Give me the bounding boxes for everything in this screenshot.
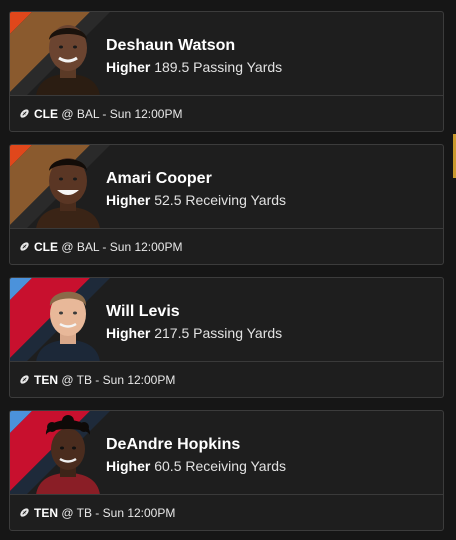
game-info: CLE @ BAL - Sun 12:00PM [10, 95, 443, 131]
matchup-text: @ TB - Sun 12:00PM [61, 372, 176, 387]
team-abbr: TEN [34, 505, 58, 520]
football-icon [20, 242, 29, 251]
prop-direction: Higher [106, 458, 151, 474]
prop-line: Higher 217.5 Passing Yards [106, 324, 282, 342]
pick-card[interactable]: DeAndre Hopkins Higher 60.5 Receiving Ya… [9, 410, 444, 531]
card-header: Deshaun Watson Higher 189.5 Passing Yard… [10, 12, 443, 96]
pick-info: Amari Cooper Higher 52.5 Receiving Yards [106, 169, 286, 209]
card-header: Amari Cooper Higher 52.5 Receiving Yards [10, 145, 443, 229]
pick-info: DeAndre Hopkins Higher 60.5 Receiving Ya… [106, 435, 286, 475]
prop-direction: Higher [106, 59, 151, 75]
game-info: TEN @ TB - Sun 12:00PM [10, 494, 443, 530]
pick-info: Will Levis Higher 217.5 Passing Yards [106, 302, 282, 342]
game-info: CLE @ BAL - Sun 12:00PM [10, 228, 443, 264]
prop-value: 217.5 [154, 325, 190, 341]
pick-list: Deshaun Watson Higher 189.5 Passing Yard… [0, 0, 456, 540]
prop-value: 52.5 [154, 192, 182, 208]
prop-stat: Passing Yards [193, 325, 283, 341]
prop-stat: Receiving Yards [185, 192, 287, 208]
game-info: TEN @ TB - Sun 12:00PM [10, 361, 443, 397]
prop-direction: Higher [106, 192, 151, 208]
card-header: DeAndre Hopkins Higher 60.5 Receiving Ya… [10, 411, 443, 495]
matchup-text: @ BAL - Sun 12:00PM [61, 106, 183, 121]
prop-value: 189.5 [154, 59, 190, 75]
pick-card[interactable]: Deshaun Watson Higher 189.5 Passing Yard… [9, 11, 444, 132]
football-icon [20, 109, 29, 118]
prop-stat: Receiving Yards [185, 458, 287, 474]
prop-line: Higher 189.5 Passing Yards [106, 58, 282, 76]
team-abbr: CLE [34, 106, 58, 121]
player-name: Deshaun Watson [106, 37, 236, 54]
pick-info: Deshaun Watson Higher 189.5 Passing Yard… [106, 36, 282, 76]
player-headshot [36, 415, 100, 495]
matchup-text: @ BAL - Sun 12:00PM [61, 239, 183, 254]
player-name: Amari Cooper [106, 170, 212, 187]
prop-stat: Passing Yards [193, 59, 283, 75]
player-name: DeAndre Hopkins [106, 436, 241, 453]
football-icon [20, 508, 29, 517]
football-icon [20, 375, 29, 384]
team-abbr: CLE [34, 239, 58, 254]
player-headshot [36, 291, 100, 362]
player-headshot [36, 158, 100, 229]
prop-line: Higher 60.5 Receiving Yards [106, 457, 286, 475]
matchup-text: @ TB - Sun 12:00PM [61, 505, 176, 520]
prop-line: Higher 52.5 Receiving Yards [106, 191, 286, 209]
prop-value: 60.5 [154, 458, 182, 474]
card-header: Will Levis Higher 217.5 Passing Yards [10, 278, 443, 362]
player-name: Will Levis [106, 303, 180, 320]
player-headshot [36, 25, 100, 96]
prop-direction: Higher [106, 325, 151, 341]
pick-card[interactable]: Will Levis Higher 217.5 Passing Yards TE… [9, 277, 444, 398]
team-abbr: TEN [34, 372, 58, 387]
pick-card[interactable]: Amari Cooper Higher 52.5 Receiving Yards… [9, 144, 444, 265]
